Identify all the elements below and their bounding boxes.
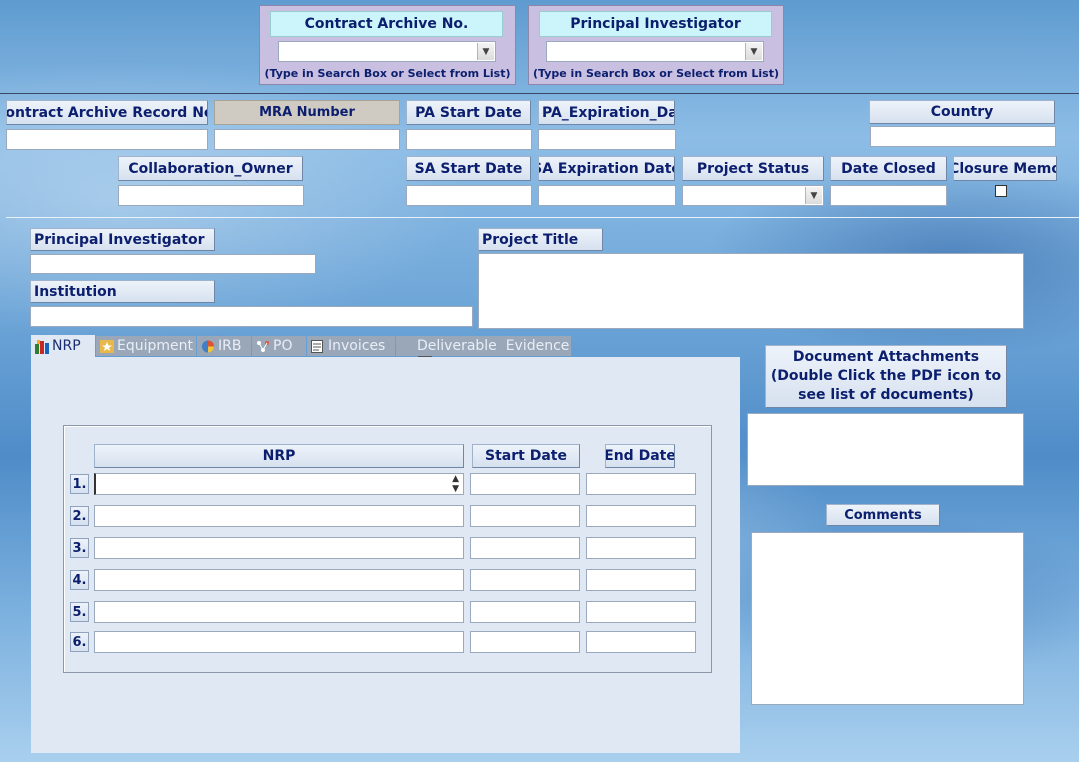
tab-invoices-label: Invoices [328,338,386,354]
contract-record-field[interactable] [6,129,208,150]
principal-investigator-field[interactable] [30,254,316,274]
end-date-field[interactable] [586,537,696,559]
contract-archive-search-label: Contract Archive No. [270,11,503,37]
document-attachments-label: Document Attachments (Double Click the P… [765,345,1007,408]
tab-irb-label: IRB [218,338,242,354]
nrp-icon [35,339,49,354]
row-number: 3. [70,538,89,558]
pie-icon [201,340,215,353]
divider-top [0,93,1079,94]
nrp-field[interactable] [94,569,464,591]
principal-investigator-label: Principal Investigator [30,228,215,251]
date-closed-field[interactable] [830,185,947,206]
country-field[interactable] [870,126,1056,147]
pi-search-label: Principal Investigator [539,11,772,37]
sa-expiration-date-label: SA Expiration Date [538,156,675,181]
country-label: Country [869,100,1055,124]
project-title-label: Project Title [478,228,603,251]
chevron-down-icon[interactable]: ▼ [745,43,762,60]
document-attachments-line3: see list of documents) [798,387,974,403]
date-closed-label: Date Closed [830,156,947,181]
pa-start-date-label: PA Start Date [406,100,531,125]
tab-po-label: PO [273,338,293,354]
table-icon [400,340,432,369]
tab-invoices[interactable]: Invoices [307,336,395,356]
start-date-field[interactable] [470,537,580,559]
divider-middle [6,217,1079,218]
contract-record-label: Contract Archive Record No. [6,100,208,125]
row-number: 5. [70,602,89,622]
nrp-field[interactable] [94,537,464,559]
document-attachments-field[interactable] [747,413,1024,486]
tab-deliverable-evidence-label: Deliverable Evidence [417,338,570,354]
nrp-column-header: NRP [94,444,464,468]
pa-start-date-field[interactable] [406,129,532,150]
document-attachments-line1: Document Attachments [792,349,980,365]
nrp-field[interactable] [94,505,464,527]
tab-equipment-label: Equipment [117,338,193,354]
nrp-field[interactable]: ▲ ▼ [94,473,464,495]
comments-label: Comments [826,504,940,526]
document-attachments-line2: (Double Click the PDF icon to [770,368,1002,384]
tab-nrp[interactable]: NRP [31,335,95,357]
project-status-label: Project Status [682,156,824,181]
start-date-field[interactable] [470,473,580,495]
mra-number-field[interactable] [214,129,400,150]
pa-expiration-date-label: PA_Expiration_Date [538,100,675,125]
row-number: 4. [70,570,89,590]
tab-equipment[interactable]: Equipment [96,336,196,356]
end-date-field[interactable] [586,601,696,623]
nrp-field[interactable] [94,601,464,623]
chevron-down-icon[interactable]: ▼ [805,187,822,204]
row-number: 2. [70,506,89,526]
comments-field[interactable] [751,532,1024,705]
start-date-field[interactable] [470,631,580,653]
start-date-field[interactable] [470,569,580,591]
pi-search-hint: (Type in Search Box or Select from List) [533,67,779,80]
tab-nrp-label: NRP [52,338,81,354]
start-date-field[interactable] [470,505,580,527]
institution-label: Institution [30,280,215,303]
end-date-field[interactable] [586,569,696,591]
end-date-field[interactable] [586,505,696,527]
contract-archive-combo[interactable]: ▼ [278,41,496,62]
project-status-combo[interactable]: ▼ [682,185,824,206]
chevron-down-icon[interactable]: ▼ [477,43,494,60]
start-date-field[interactable] [470,601,580,623]
institution-field[interactable] [30,306,473,327]
project-title-field[interactable] [478,253,1024,329]
collaboration-owner-field[interactable] [118,185,304,206]
end-date-field[interactable] [586,631,696,653]
collaboration-owner-label: Collaboration_Owner [118,156,303,181]
tab-deliverable-evidence[interactable]: Deliverable Evidence [396,336,571,369]
end-date-field[interactable] [586,473,696,495]
pa-expiration-date-field[interactable] [538,129,676,150]
network-icon [256,340,270,353]
start-date-column-header: Start Date [472,444,580,468]
spinner-icon[interactable]: ▲ ▼ [452,474,459,494]
sa-expiration-date-field[interactable] [538,185,676,206]
row-number: 1. [70,474,89,494]
tab-po[interactable]: PO [252,336,306,356]
sa-start-date-label: SA Start Date [406,156,531,181]
end-date-column-header: End Date [605,444,675,468]
tab-irb[interactable]: IRB [197,336,251,356]
contract-search-hint: (Type in Search Box or Select from List) [264,67,511,80]
nrp-field[interactable] [94,631,464,653]
sa-start-date-field[interactable] [406,185,532,206]
closure-memo-checkbox[interactable] [995,185,1007,197]
star-icon [100,339,114,353]
page-icon [311,339,325,353]
pi-search-combo[interactable]: ▼ [546,41,764,62]
row-number: 6. [70,632,89,652]
closure-memo-label: Closure Memo [953,156,1057,181]
mra-number-label: MRA Number [214,100,400,125]
